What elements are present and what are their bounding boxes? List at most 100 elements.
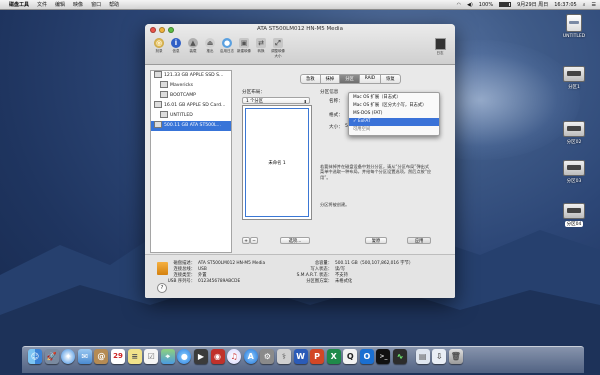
system-preferences-icon[interactable]: ⚙ <box>260 349 275 364</box>
safari-icon[interactable]: ✦ <box>61 349 76 364</box>
partition-info-label: 分区信息 <box>320 90 339 95</box>
format-label: 格式： <box>329 113 343 118</box>
info-row: USB 序列号： 0123456789ABCDE <box>165 279 265 285</box>
sidebar-item-sd-card[interactable]: 16.01 GB APPLE SD Card... <box>151 101 231 111</box>
activity-monitor-icon[interactable]: ∿ <box>393 349 408 364</box>
powerpoint-icon[interactable]: P <box>310 349 325 364</box>
reminders-icon[interactable]: ☑ <box>144 349 159 364</box>
external-drive-icon <box>563 121 585 137</box>
notification-center-icon[interactable]: ☰ <box>592 2 596 8</box>
info-value: 读/写 <box>335 267 346 272</box>
toolbar-log[interactable]: 日志 <box>433 38 447 56</box>
itunes-icon[interactable]: ♫ <box>227 349 242 364</box>
toolbar-label: 刻录 <box>155 49 163 53</box>
photo-booth-icon[interactable]: ◉ <box>210 349 225 364</box>
preview-icon[interactable]: ▤ <box>415 349 430 364</box>
disk-info-right: 总容量： 500.11 GB（500,107,862,016 字节） 写入状态：读… <box>290 261 413 285</box>
format-option-selected[interactable]: ✓ ExFAT <box>349 118 439 126</box>
convert-icon: ⇄ <box>256 38 266 48</box>
menu-bar: 磁盘工具 文件 编辑 映像 窗口 帮助 ◠ ◀) 100% 9月29日 周日 1… <box>0 0 600 10</box>
wifi-icon[interactable]: ◠ <box>457 2 461 8</box>
facetime-icon[interactable]: ▶ <box>193 349 208 364</box>
sidebar-item-label: 16.01 GB APPLE SD Card... <box>164 103 226 108</box>
info-value: 未格式化 <box>335 279 353 284</box>
format-option[interactable]: 可用空间 <box>349 126 439 134</box>
finder-icon[interactable]: ☺ <box>28 349 42 364</box>
toolbar-resize-image[interactable]: ⤢ 调整映像大小 <box>270 38 286 59</box>
toolbar-new-image[interactable]: ▣ 新建映像 <box>236 38 252 59</box>
desktop-icon-untitled[interactable]: UNTITLED <box>551 14 597 39</box>
menu-date[interactable]: 9月29日 周日 <box>517 1 548 8</box>
partition-description: 若要抹掉并在磁盘设备中划分分区，请从“分区布局”弹出式菜单中选取一种布局，并给每… <box>320 164 432 180</box>
menu-edit[interactable]: 编辑 <box>55 1 65 8</box>
volume-icon[interactable]: ◀) <box>467 2 473 8</box>
toolbar-enable-journaling[interactable]: ● 启用日志 <box>219 38 235 59</box>
battery-icon[interactable] <box>499 2 512 7</box>
desktop-icon-partition-1[interactable]: 分区1 <box>551 66 597 90</box>
menu-app-name[interactable]: 磁盘工具 <box>9 1 29 8</box>
options-button[interactable]: 选项... <box>280 237 310 244</box>
add-partition-button[interactable]: + <box>242 237 250 244</box>
downloads-folder-icon[interactable]: ⇩ <box>432 349 447 364</box>
battery-percent[interactable]: 100% <box>479 2 493 8</box>
menu-help[interactable]: 帮助 <box>109 1 119 8</box>
sd-card-icon <box>566 14 582 32</box>
toolbar-burn[interactable]: ◎ 刻录 <box>151 38 167 59</box>
toolbar-convert[interactable]: ⇄ 转换 <box>253 38 269 59</box>
sidebar-item-ssd[interactable]: 121.33 GB APPLE SSD S... <box>151 71 231 81</box>
partition-block[interactable]: 未命名 1 <box>245 108 309 217</box>
menu-image[interactable]: 映像 <box>73 1 83 8</box>
revert-button[interactable]: 复原 <box>365 237 387 244</box>
sidebar-item-mavericks[interactable]: Mavericks <box>151 81 231 91</box>
remove-partition-button[interactable]: − <box>250 237 258 244</box>
sd-card-icon <box>154 101 162 108</box>
toolbar-eject[interactable]: ⏏ 推出 <box>202 38 218 59</box>
toolbar-mount[interactable]: ▲ 装载 <box>185 38 201 59</box>
menu-file[interactable]: 文件 <box>37 1 47 8</box>
menu-clock[interactable]: 16:37:05 <box>554 2 576 8</box>
mail-icon[interactable]: ✉ <box>77 349 92 364</box>
dock-icons: ☺ 🚀 ✦ ✉ @ 29 ≡ ☑ ⌖ ● ▶ ◉ ♫ A ⚙ ⚕ W P X Q… <box>28 349 465 364</box>
new-image-icon: ▣ <box>239 38 249 48</box>
partition-map: 未命名 1 <box>242 105 312 220</box>
sidebar-item-label: UNTITLED <box>170 113 193 118</box>
format-option-label: ExFAT <box>357 119 371 124</box>
trash-icon[interactable]: 🗑 <box>448 349 463 364</box>
sidebar-item-ata-disk[interactable]: 500.11 GB ATA ST500L... <box>151 121 231 131</box>
messages-icon[interactable]: ● <box>177 349 192 364</box>
contacts-icon[interactable]: @ <box>94 349 109 364</box>
apply-button[interactable]: 应用 <box>407 237 431 244</box>
app-store-icon[interactable]: A <box>243 349 258 364</box>
desktop-icon-partition-4[interactable]: 分区04 <box>551 203 597 227</box>
info-value: 0123456789ABCDE <box>198 279 241 284</box>
disk-utility-icon[interactable]: ⚕ <box>276 349 291 364</box>
word-icon[interactable]: W <box>293 349 308 364</box>
maps-icon[interactable]: ⌖ <box>160 349 175 364</box>
format-option[interactable]: MS-DOS (FAT) <box>349 110 439 118</box>
toolbar-label: 调整映像大小 <box>271 49 285 58</box>
info-value: 外置 <box>198 273 207 278</box>
format-option[interactable]: Mac OS 扩展（日志式） <box>349 94 439 102</box>
notes-icon[interactable]: ≡ <box>127 349 142 364</box>
qq-icon[interactable]: Q <box>343 349 358 364</box>
spotlight-icon[interactable]: ⌕ <box>583 2 586 8</box>
info-value: 不支持 <box>335 273 348 278</box>
terminal-icon[interactable]: >_ <box>376 349 391 364</box>
external-drive-icon <box>563 203 585 219</box>
format-option[interactable]: Mac OS 扩展（区分大小写，日志式） <box>349 102 439 110</box>
desktop-icon-partition-3[interactable]: 分区03 <box>551 160 597 184</box>
launchpad-icon[interactable]: 🚀 <box>44 349 59 364</box>
toolbar-info[interactable]: i 信息 <box>168 38 184 59</box>
sidebar-item-bootcamp[interactable]: BOOTCAMP <box>151 91 231 101</box>
toolbar-label: 装载 <box>189 49 197 53</box>
partition-block-name: 未命名 1 <box>268 160 286 166</box>
calendar-icon[interactable]: 29 <box>110 349 125 364</box>
outlook-icon[interactable]: O <box>359 349 374 364</box>
desktop-icon-label: UNTITLED <box>562 34 586 39</box>
partition-layout-select[interactable]: 1 个分区 <box>242 97 310 105</box>
journal-icon: ● <box>222 38 232 48</box>
menu-window[interactable]: 窗口 <box>91 1 101 8</box>
desktop-icon-partition-2[interactable]: 分区02 <box>551 121 597 145</box>
sidebar-item-untitled[interactable]: UNTITLED <box>151 111 231 121</box>
excel-icon[interactable]: X <box>326 349 341 364</box>
